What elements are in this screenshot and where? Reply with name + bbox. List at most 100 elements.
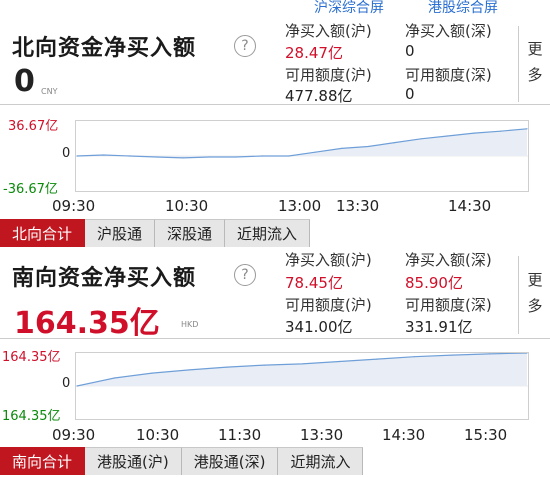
south-more-button[interactable]: 更 多 <box>522 267 548 319</box>
north-y-min-label: -36.67亿 <box>3 182 58 197</box>
tab-szgt[interactable]: 深股通 <box>155 219 226 247</box>
north-chart-point <box>420 138 422 140</box>
south-more-label-2: 多 <box>527 297 543 315</box>
north-avail-sh-label: 可用额度(沪) <box>285 66 372 84</box>
south-tab-bar: 南向合计 港股通(沪) 港股通(深) 近期流入 <box>0 447 550 475</box>
south-chart-area <box>77 353 527 386</box>
north-tab-filler <box>310 219 550 247</box>
south-chart-point <box>301 363 303 365</box>
south-net-sz-value: 85.90亿 <box>405 274 463 292</box>
south-x-tick-1430: 14:30 <box>382 426 426 444</box>
south-avail-sh-value: 341.00亿 <box>285 318 353 336</box>
south-avail-sz-label: 可用额度(深) <box>405 296 492 314</box>
south-avail-sz-value: 331.91亿 <box>405 318 473 336</box>
south-x-tick-1330: 13:30 <box>300 426 344 444</box>
north-chart-point <box>394 142 396 144</box>
north-chart-point <box>446 135 449 137</box>
north-chart-point <box>76 155 78 157</box>
tab-shgt[interactable]: 沪股通 <box>85 219 156 247</box>
north-chart-point <box>367 145 369 148</box>
south-chart-point <box>226 366 228 368</box>
north-net-sh-label: 净买入额(沪) <box>285 22 372 40</box>
north-more-button[interactable]: 更 多 <box>522 36 548 88</box>
south-chart-svg <box>76 352 528 387</box>
north-title: 北向资金净买入额 <box>12 36 197 61</box>
south-total-value: 164.35亿 <box>14 306 160 341</box>
north-chart-point <box>314 151 316 153</box>
north-x-tick-0930: 09:30 <box>52 197 96 215</box>
south-title: 南向资金净买入额 <box>12 266 197 291</box>
south-x-tick-0930: 09:30 <box>52 426 96 444</box>
south-chart-point <box>376 358 378 360</box>
tab-north-total[interactable]: 北向合计 <box>0 219 86 247</box>
north-chart-point <box>129 155 131 157</box>
north-chart-point <box>288 155 290 157</box>
tab-south-recent[interactable]: 近期流入 <box>278 447 364 475</box>
north-total-value: 0 <box>14 64 35 99</box>
tab-south-total[interactable]: 南向合计 <box>0 447 86 475</box>
south-net-sz-label: 净买入额(深) <box>405 251 492 269</box>
north-help-icon[interactable]: ? <box>234 35 256 57</box>
north-chart-point <box>182 157 184 159</box>
south-chart-point <box>188 369 191 371</box>
north-chart-point <box>155 156 158 158</box>
top-link-shsz[interactable]: 沪深综合屏 <box>314 0 384 17</box>
north-x-tick-1030: 10:30 <box>165 197 209 215</box>
north-chart-point <box>235 156 237 158</box>
tab-north-recent[interactable]: 近期流入 <box>225 219 311 247</box>
south-tab-filler <box>363 447 550 475</box>
north-x-tick-1330: 13:30 <box>336 197 380 215</box>
south-chart-point <box>413 356 416 358</box>
south-x-tick-1030: 10:30 <box>136 426 180 444</box>
south-chart-point <box>451 354 453 356</box>
south-chart-point <box>338 360 341 363</box>
north-chart-point <box>341 147 343 149</box>
north-avail-sh-value: 477.88亿 <box>285 87 353 105</box>
north-more-divider <box>518 26 519 102</box>
north-y-zero-label: 0 <box>62 146 71 161</box>
north-x-tick-1300: 13:00 <box>278 197 322 215</box>
south-y-max-label: 164.35亿 <box>2 350 61 365</box>
north-chart-point <box>102 154 105 156</box>
north-chart-point <box>261 155 263 157</box>
north-more-label-2: 多 <box>527 66 543 84</box>
north-avail-sz-value: 0 <box>405 85 415 103</box>
south-net-sh-value: 78.45亿 <box>285 274 343 292</box>
tab-ggt-sh[interactable]: 港股通(沪) <box>85 447 182 475</box>
north-net-sz-value: 0 <box>405 42 415 60</box>
south-more-label-1: 更 <box>527 271 543 289</box>
south-chart-point <box>76 385 78 387</box>
north-chart-point <box>208 156 210 158</box>
north-net-sz-label: 净买入额(深) <box>405 22 492 40</box>
north-more-label-1: 更 <box>527 40 543 58</box>
north-chart-svg <box>76 128 528 159</box>
south-chart <box>75 352 529 420</box>
south-chart-point <box>263 364 266 366</box>
north-y-max-label: 36.67亿 <box>8 119 59 134</box>
south-more-divider <box>518 256 519 334</box>
south-y-zero-label: 0 <box>62 376 71 391</box>
south-chart-point <box>151 372 153 374</box>
south-x-tick-1130: 11:30 <box>218 426 262 444</box>
north-avail-sz-label: 可用额度(深) <box>405 66 492 84</box>
north-net-sh-value: 28.47亿 <box>285 44 343 62</box>
south-y-min-label: 164.35亿 <box>2 409 61 424</box>
south-help-icon[interactable]: ? <box>234 264 256 286</box>
north-separator <box>0 104 550 105</box>
south-x-tick-1530: 15:30 <box>464 426 508 444</box>
north-chart <box>75 120 529 192</box>
north-tab-bar: 北向合计 沪股通 深股通 近期流入 <box>0 219 550 247</box>
north-unit: CNY <box>41 87 58 96</box>
south-chart-point <box>488 353 491 355</box>
south-avail-sh-label: 可用额度(沪) <box>285 296 372 314</box>
south-separator <box>0 338 550 339</box>
top-link-bar: 沪深综合屏 港股综合屏 <box>0 0 550 16</box>
top-link-hk[interactable]: 港股综合屏 <box>428 0 498 17</box>
south-net-sh-label: 净买入额(沪) <box>285 251 372 269</box>
north-x-tick-1430: 14:30 <box>448 197 492 215</box>
tab-ggt-sz[interactable]: 港股通(深) <box>181 447 279 475</box>
north-chart-point <box>473 132 475 134</box>
north-chart-point <box>499 130 502 132</box>
south-chart-point <box>113 377 116 379</box>
north-chart-point <box>526 128 528 130</box>
